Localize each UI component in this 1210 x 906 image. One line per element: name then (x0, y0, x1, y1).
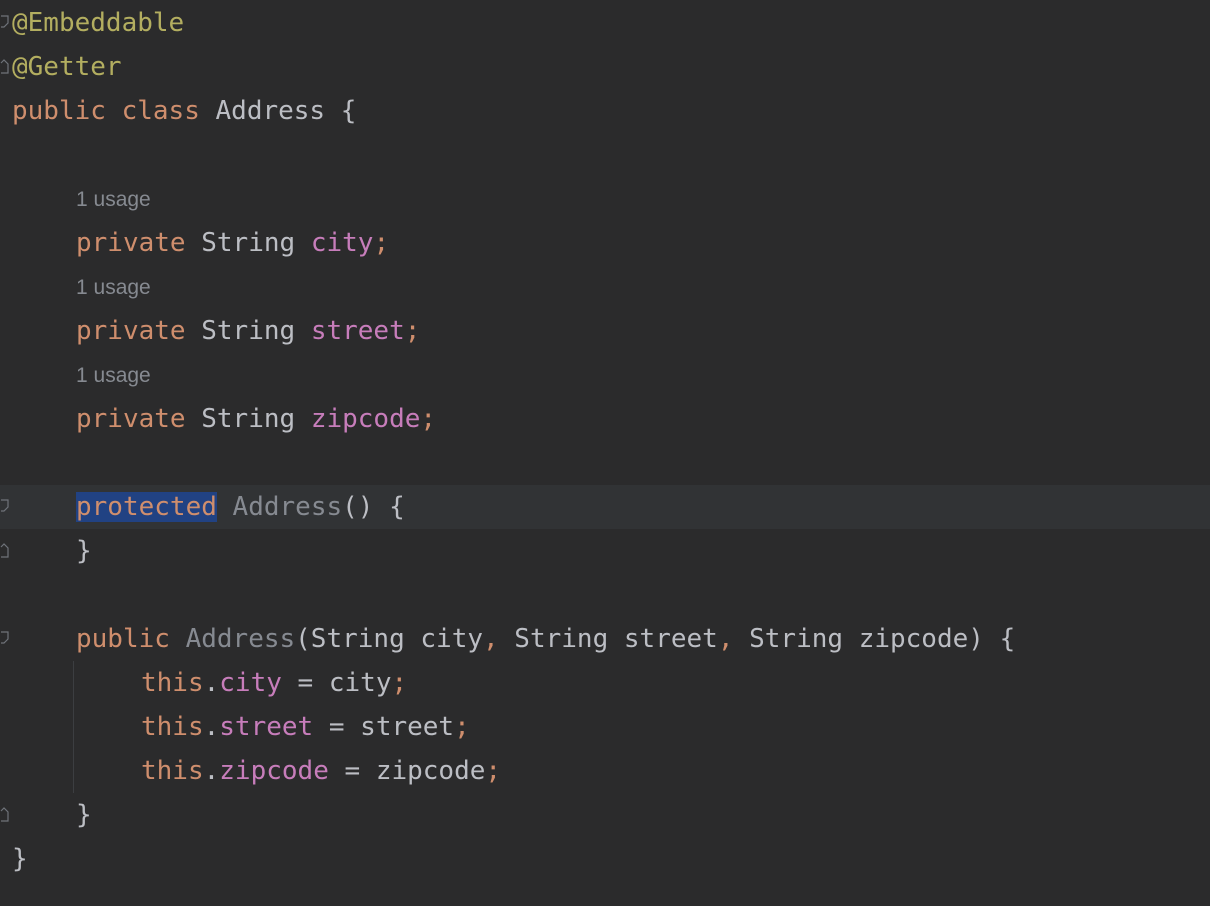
fold-icon[interactable] (0, 59, 10, 75)
fold-icon[interactable] (0, 807, 10, 823)
selected-keyword[interactable]: protected (76, 492, 217, 522)
field-name[interactable]: street (311, 316, 405, 346)
keyword-this: this (141, 712, 204, 742)
fold-icon[interactable] (0, 543, 10, 559)
code-line[interactable]: this.city = city; (0, 661, 1210, 705)
code-line[interactable]: @Embeddable (0, 1, 1210, 45)
semicolon: ; (373, 228, 390, 258)
constructor-name[interactable]: Address (233, 492, 343, 522)
keyword: private (76, 404, 186, 434)
code-line[interactable]: private String zipcode; (0, 397, 1210, 441)
semicolon: ; (485, 756, 502, 786)
keyword: private (76, 316, 186, 346)
code-line[interactable]: public class Address { (0, 89, 1210, 133)
field-declaration: private String street; (76, 309, 420, 353)
constructor-name[interactable]: Address (186, 624, 296, 654)
type-name[interactable]: String (201, 316, 295, 346)
parens-brace: () { (342, 492, 405, 522)
code-line[interactable]: private String street; (0, 309, 1210, 353)
usage-hint[interactable]: 1 usage (76, 266, 151, 310)
assign-value: = zipcode (328, 756, 486, 786)
keyword: public (76, 624, 170, 654)
field-name[interactable]: street (219, 712, 313, 742)
type-name[interactable]: String (201, 228, 295, 258)
fold-icon[interactable] (0, 631, 10, 647)
assign-value: = street (313, 712, 455, 742)
comma: , (717, 624, 734, 654)
class-name[interactable]: Address (216, 96, 326, 126)
assignment: this.street = street; (141, 705, 470, 749)
annotation: @Embeddable (12, 8, 185, 38)
dot: . (203, 712, 220, 742)
constructor-declaration: protected Address() { (76, 485, 405, 529)
field-name[interactable]: city (219, 668, 282, 698)
keyword: class (121, 96, 200, 126)
code-line[interactable]: this.street = street; (0, 705, 1210, 749)
code-line[interactable]: @Getter (0, 45, 1210, 89)
brace: } (76, 800, 92, 830)
field-name[interactable]: city (311, 228, 374, 258)
semicolon: ; (420, 404, 437, 434)
fold-icon[interactable] (0, 15, 10, 31)
assignment: this.zipcode = zipcode; (141, 749, 501, 793)
param: String zipcode) { (733, 624, 1016, 654)
assign-value: = city (281, 668, 392, 698)
keyword: private (76, 228, 186, 258)
param: String street (498, 624, 718, 654)
code-line[interactable]: public Address(String city, String stree… (0, 617, 1210, 661)
constructor-declaration: public Address(String city, String stree… (76, 617, 1015, 661)
dot: . (203, 756, 220, 786)
keyword-this: this (141, 668, 204, 698)
field-declaration: private String zipcode; (76, 397, 436, 441)
class-declaration: public class Address { (12, 89, 356, 133)
code-line-current[interactable]: protected Address() { (0, 485, 1210, 529)
param: (String city (295, 624, 483, 654)
usage-hint[interactable]: 1 usage (76, 354, 151, 398)
field-name[interactable]: zipcode (311, 404, 421, 434)
code-line[interactable]: private String city; (0, 221, 1210, 265)
keyword: public (12, 96, 106, 126)
annotation: @Getter (12, 52, 122, 82)
brace: { (340, 96, 357, 126)
code-line[interactable]: } (0, 529, 1210, 573)
code-editor[interactable]: @Embeddable @Getter public class Address… (0, 0, 1210, 906)
brace: } (76, 536, 92, 566)
usage-hint[interactable]: 1 usage (76, 178, 151, 222)
keyword-this: this (141, 756, 204, 786)
field-declaration: private String city; (76, 221, 389, 265)
code-line[interactable]: this.zipcode = zipcode; (0, 749, 1210, 793)
assignment: this.city = city; (141, 661, 407, 705)
semicolon: ; (454, 712, 470, 742)
field-name[interactable]: zipcode (219, 756, 329, 786)
comma: , (483, 624, 499, 654)
code-line[interactable]: } (0, 793, 1210, 837)
fold-icon[interactable] (0, 499, 10, 515)
code-line[interactable]: } (0, 837, 1210, 881)
dot: . (203, 668, 220, 698)
type-name[interactable]: String (201, 404, 295, 434)
semicolon: ; (404, 316, 421, 346)
semicolon: ; (391, 668, 408, 698)
brace: } (12, 844, 28, 874)
